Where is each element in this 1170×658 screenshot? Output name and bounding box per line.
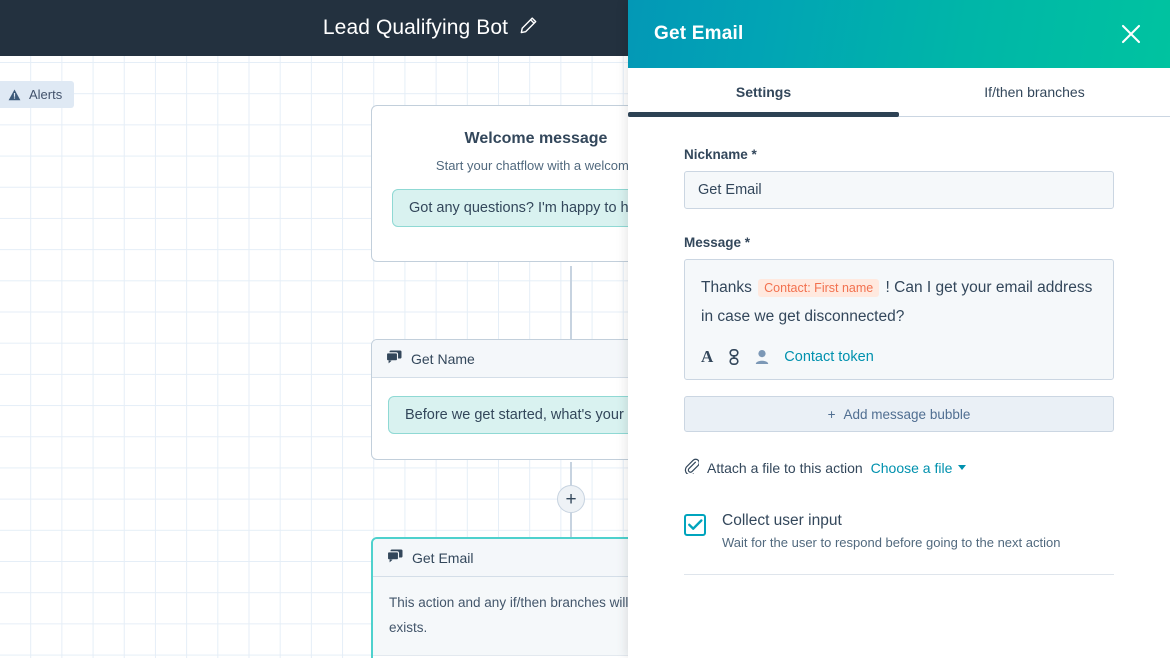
alerts-label: Alerts (29, 87, 63, 102)
collect-user-input-title: Collect user input (722, 512, 842, 530)
chat-bubbles-icon (386, 549, 403, 566)
choose-a-file-label: Choose a file (870, 459, 953, 476)
plus-icon: + (565, 488, 577, 510)
panel-body: Nickname * Message * Thanks Contact: Fir… (628, 117, 1170, 658)
action-settings-panel: Get Email Settings If/then branches Nick… (628, 0, 1170, 658)
warning-triangle-icon (8, 89, 21, 101)
choose-a-file-dropdown[interactable]: Choose a file (871, 460, 967, 476)
chevron-down-icon (958, 465, 967, 471)
panel-tabs: Settings If/then branches (628, 68, 1170, 117)
get-email-card-title: Get Email (412, 549, 474, 566)
panel-header: Get Email (628, 0, 1170, 68)
contact-token-link[interactable]: Contact token (784, 349, 873, 365)
person-icon[interactable] (755, 349, 769, 365)
tab-settings-label: Settings (735, 84, 792, 100)
panel-divider (684, 573, 1114, 575)
tab-settings[interactable]: Settings (628, 68, 899, 117)
paperclip-icon (684, 458, 700, 477)
collect-user-input-text: Collect user input Wait for the user to … (722, 511, 1060, 549)
page-title: Lead Qualifying Bot (322, 16, 509, 39)
add-message-bubble-button[interactable]: + Add message bubble (684, 396, 1114, 433)
text-format-a-icon[interactable]: A (701, 347, 713, 367)
add-step-button[interactable]: + (557, 485, 585, 513)
chat-bubbles-icon (385, 350, 402, 367)
get-name-card-title: Get Name (411, 350, 475, 367)
tab-if-then-branches[interactable]: If/then branches (899, 68, 1170, 116)
tab-if-then-branches-label: If/then branches (984, 84, 1085, 100)
attach-file-row: Attach a file to this action Choose a fi… (684, 458, 1114, 477)
nickname-input[interactable] (684, 171, 1114, 209)
message-text: Thanks Contact: First name ! Can I get y… (701, 274, 1097, 331)
collect-user-input-checkbox[interactable] (684, 514, 706, 537)
alerts-badge[interactable]: Alerts (0, 81, 75, 108)
app-root: Alerts + Welcome message Start your chat… (0, 0, 1170, 658)
message-editor[interactable]: Thanks Contact: First name ! Can I get y… (684, 259, 1114, 381)
message-text-before: Thanks (701, 279, 752, 296)
chatflow-title-group: Lead Qualifying Bot (323, 16, 537, 40)
pencil-icon[interactable] (520, 17, 537, 39)
close-icon[interactable] (1114, 17, 1148, 51)
contact-first-name-token[interactable]: Contact: First name (758, 279, 880, 297)
add-message-bubble-label: Add message bubble (843, 406, 971, 422)
message-label: Message * (684, 235, 751, 250)
attach-file-label: Attach a file to this action (707, 459, 863, 476)
panel-title: Get Email (654, 23, 744, 44)
collect-user-input-row[interactable]: Collect user input Wait for the user to … (684, 511, 1114, 550)
message-toolbar: A Contact token (701, 347, 1097, 367)
collect-user-input-subtitle: Wait for the user to respond before goin… (722, 534, 1061, 550)
nickname-label: Nickname * (684, 147, 757, 162)
plus-icon: + (827, 406, 836, 422)
link-icon[interactable] (728, 349, 740, 366)
